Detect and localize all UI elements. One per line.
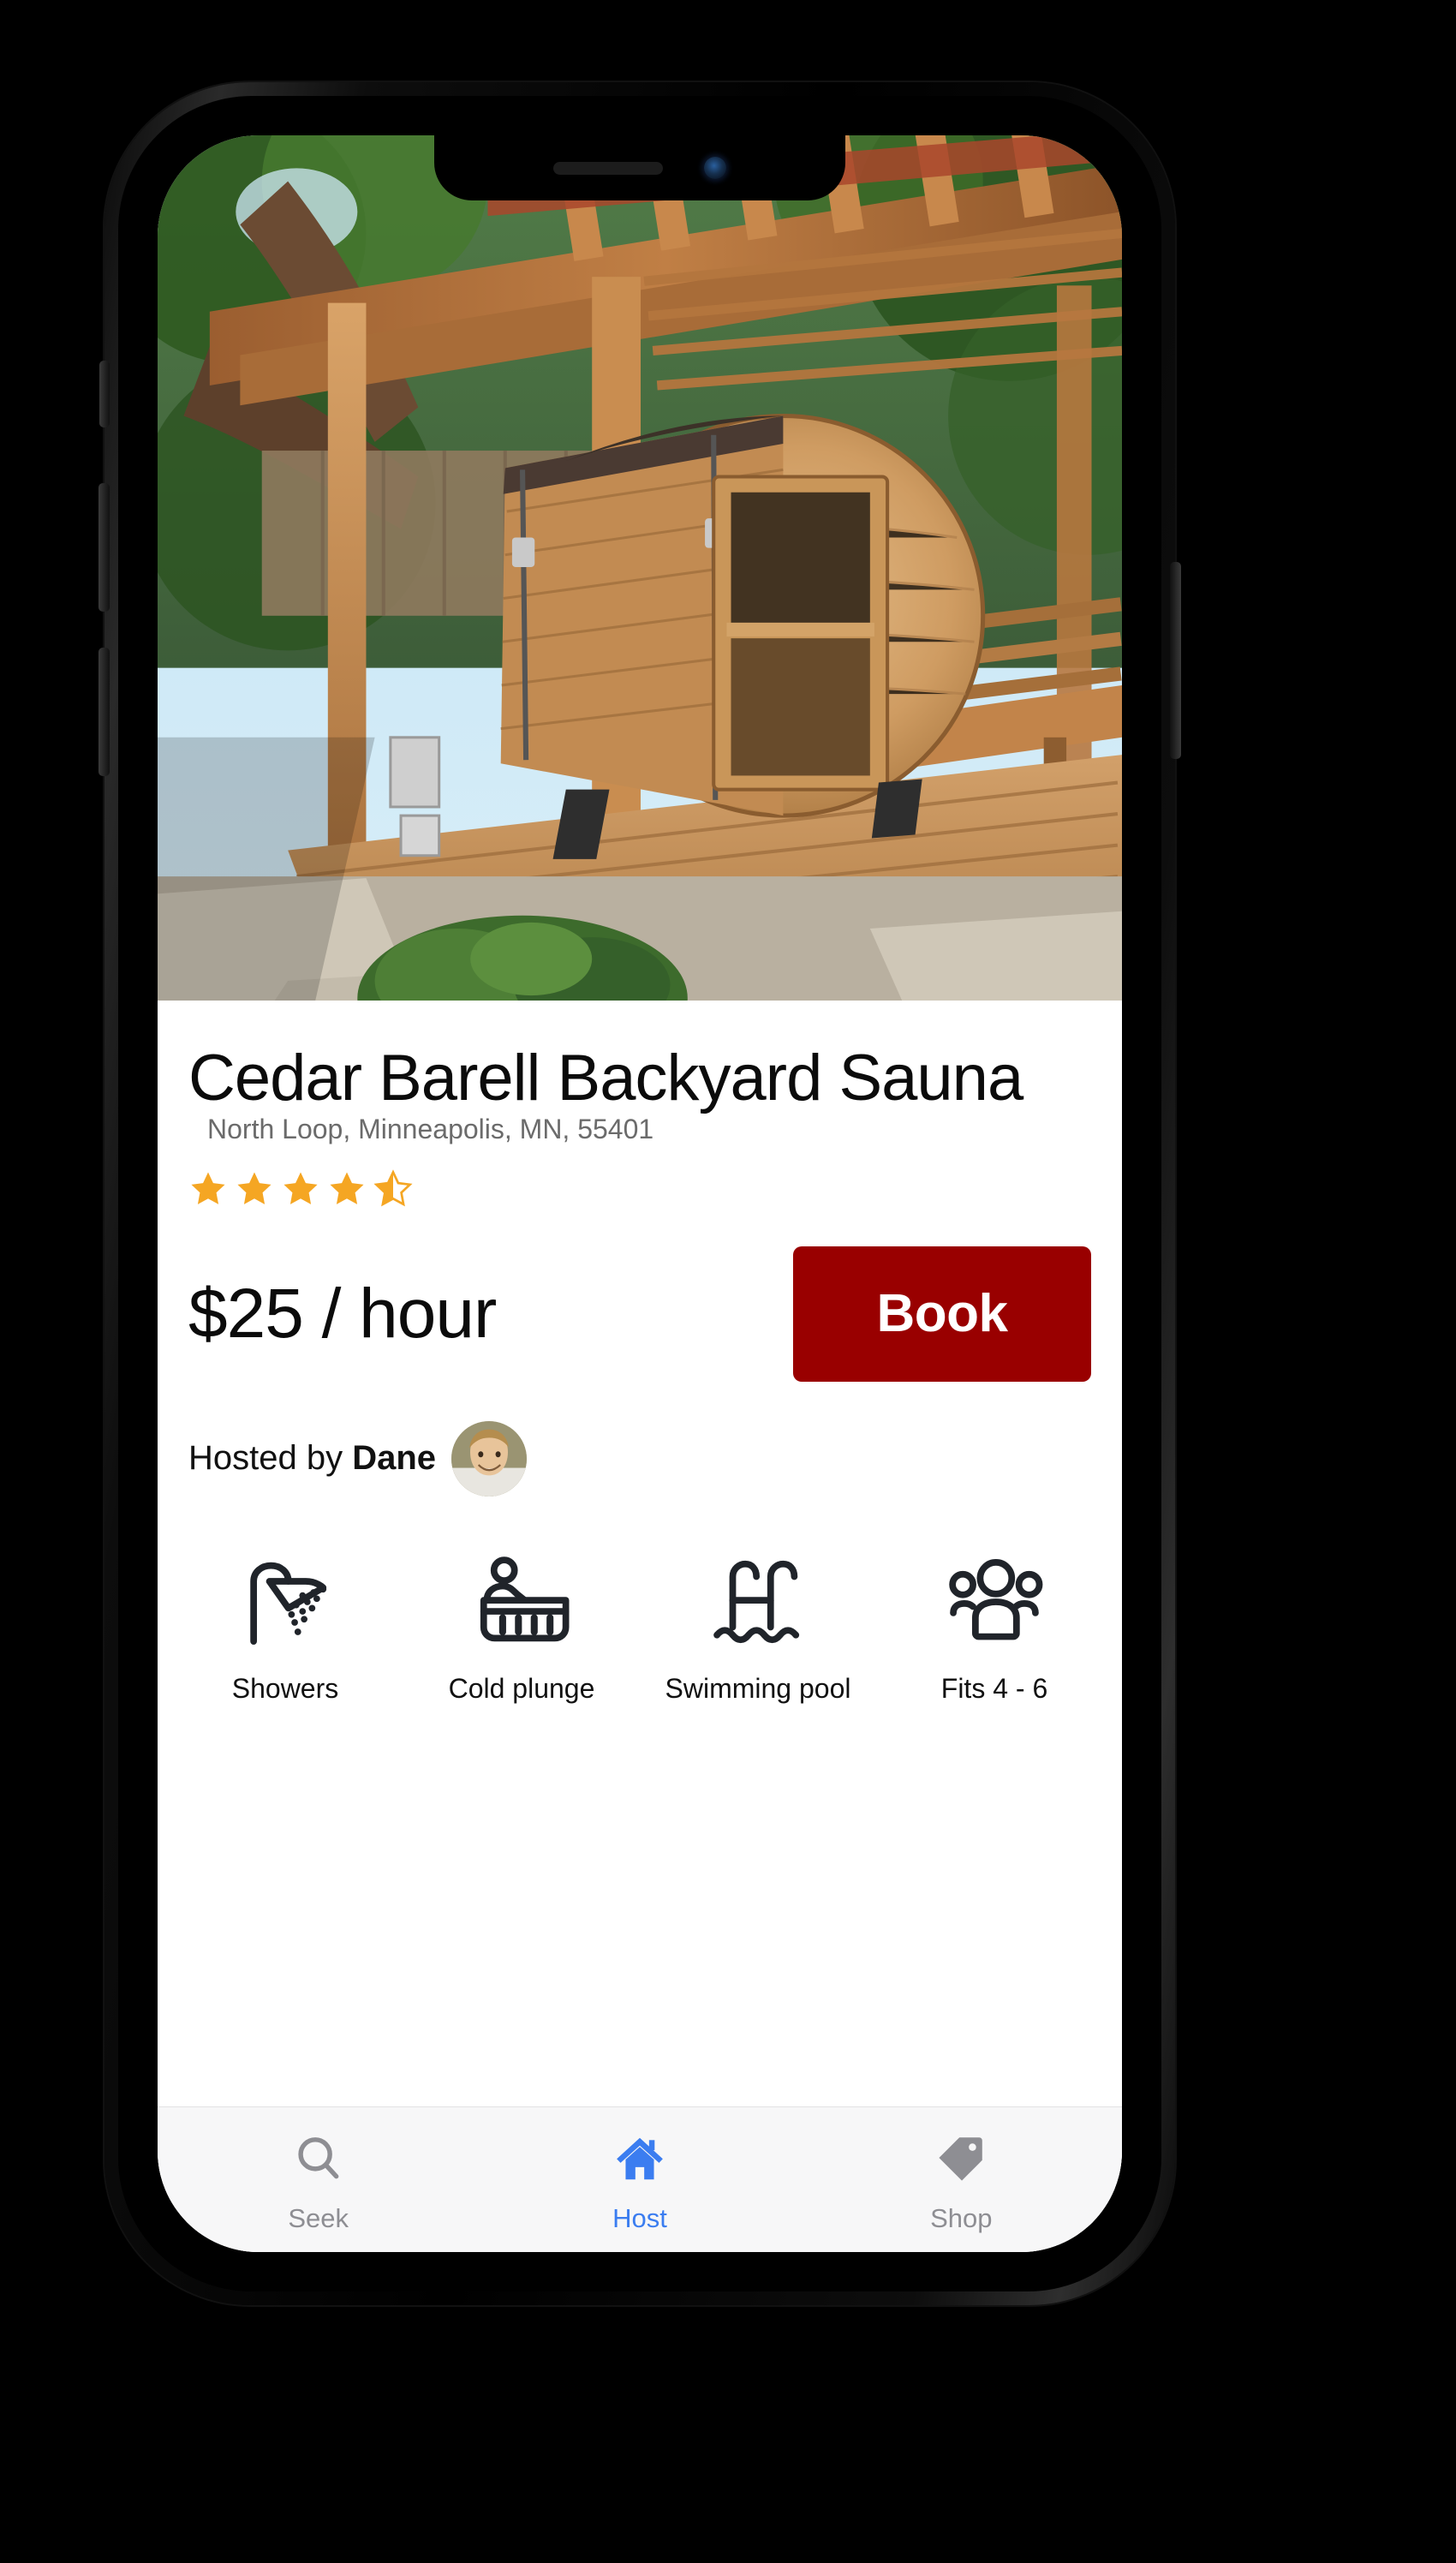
host-label: Hosted by Dane — [188, 1439, 436, 1478]
search-icon — [292, 2126, 345, 2191]
amenity-showers[interactable]: Showers — [178, 1543, 392, 1705]
earpiece-speaker-icon — [553, 161, 663, 175]
star-icon-1 — [191, 1172, 225, 1204]
host-name: Dane — [352, 1439, 437, 1478]
amenity-swimming-pool[interactable]: Swimming pool — [651, 1543, 865, 1705]
star-icon-5-half — [373, 1169, 413, 1207]
swimming-pool-icon — [707, 1543, 809, 1652]
people-group-icon — [944, 1543, 1045, 1652]
book-button[interactable]: Book — [793, 1246, 1091, 1382]
silent-switch[interactable] — [99, 361, 110, 427]
rating-stars[interactable] — [188, 1169, 1091, 1209]
volume-down-button[interactable] — [98, 648, 110, 776]
host-row[interactable]: Hosted by Dane — [188, 1420, 1091, 1497]
star-icon-2 — [237, 1172, 272, 1204]
tab-label: Shop — [930, 2202, 993, 2233]
listing-address: North Loop, Minneapolis, MN, 55401 — [207, 1114, 654, 1145]
host-prefix: Hosted by — [188, 1439, 353, 1478]
amenity-cold-plunge[interactable]: Cold plunge — [415, 1543, 629, 1705]
amenity-capacity[interactable]: Fits 4 - 6 — [887, 1543, 1101, 1705]
listing-card: Cedar Barell Backyard Sauna North Loop, … — [158, 1001, 1122, 2252]
listing-heading: Cedar Barell Backyard Sauna North Loop, … — [188, 1042, 1091, 1145]
amenities-row: Showers Cold plunge Swimming pool Fits 4… — [158, 1543, 1122, 1705]
tab-seek[interactable]: Seek — [158, 2126, 479, 2234]
volume-up-button[interactable] — [98, 483, 110, 612]
amenity-label: Showers — [231, 1672, 339, 1704]
amenity-label: Cold plunge — [448, 1672, 595, 1704]
phone-bezel: Cedar Barell Backyard Sauna North Loop, … — [118, 96, 1161, 2291]
front-camera-icon — [704, 157, 726, 179]
listing-title: Cedar Barell Backyard Sauna — [188, 1042, 1023, 1114]
phone-device: Cedar Barell Backyard Sauna North Loop, … — [98, 82, 1181, 2305]
bottom-tab-bar: Seek Host Shop — [158, 2106, 1122, 2252]
tab-shop[interactable]: Shop — [801, 2126, 1122, 2234]
tag-icon — [934, 2126, 988, 2191]
price-and-book-row: $25 / hour Book — [188, 1246, 1091, 1382]
cold-plunge-icon — [471, 1543, 572, 1652]
phone-screen: Cedar Barell Backyard Sauna North Loop, … — [158, 135, 1122, 2252]
tab-label: Seek — [288, 2202, 349, 2233]
host-avatar[interactable] — [451, 1420, 528, 1497]
shower-icon — [235, 1543, 336, 1652]
amenity-label: Swimming pool — [665, 1672, 851, 1704]
tab-label: Host — [612, 2202, 667, 2233]
card-spacer — [158, 1705, 1122, 2106]
price-label: $25 / hour — [188, 1274, 497, 1353]
star-icon-3 — [283, 1172, 318, 1204]
listing-hero-photo[interactable] — [158, 135, 1122, 1001]
power-button[interactable] — [1170, 562, 1181, 759]
home-icon — [613, 2126, 666, 2191]
device-notch — [434, 135, 845, 200]
tab-host[interactable]: Host — [479, 2126, 800, 2234]
amenity-label: Fits 4 - 6 — [940, 1672, 1048, 1704]
star-icon-4 — [330, 1172, 364, 1204]
screenshot-root: Cedar Barell Backyard Sauna North Loop, … — [0, 0, 1456, 2563]
